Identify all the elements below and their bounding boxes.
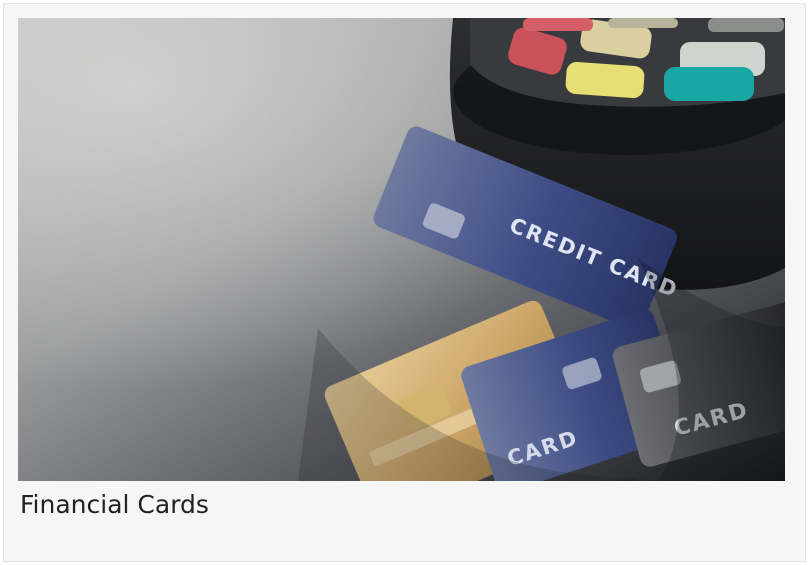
content-card[interactable]: CREDIT CARD CARD CARD Financial Cards bbox=[3, 3, 806, 562]
card-caption[interactable]: Financial Cards bbox=[20, 490, 209, 520]
financial-cards-photo: CREDIT CARD CARD CARD bbox=[18, 18, 785, 481]
